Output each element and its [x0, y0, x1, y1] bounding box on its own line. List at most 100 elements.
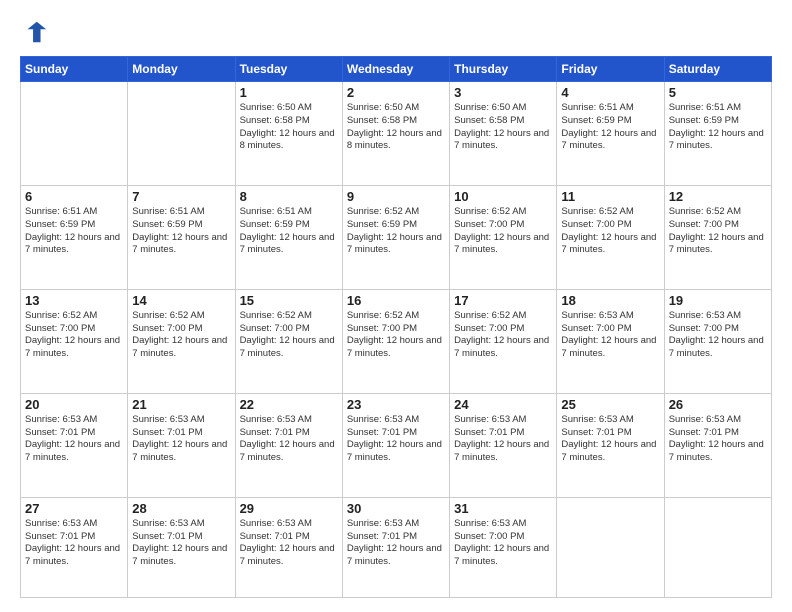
calendar-cell: 13 Sunrise: 6:52 AMSunset: 7:00 PMDayligh… [21, 289, 128, 393]
calendar-table: SundayMondayTuesdayWednesdayThursdayFrid… [20, 56, 772, 598]
calendar-cell: 6 Sunrise: 6:51 AMSunset: 6:59 PMDaylight… [21, 185, 128, 289]
day-number: 18 [561, 293, 659, 308]
calendar-cell: 31 Sunrise: 6:53 AMSunset: 7:00 PMDayligh… [450, 497, 557, 597]
calendar-cell: 3 Sunrise: 6:50 AMSunset: 6:58 PMDaylight… [450, 82, 557, 186]
day-number: 28 [132, 501, 230, 516]
calendar-cell [128, 82, 235, 186]
calendar-cell: 29 Sunrise: 6:53 AMSunset: 7:01 PMDayligh… [235, 497, 342, 597]
calendar-cell: 9 Sunrise: 6:52 AMSunset: 6:59 PMDaylight… [342, 185, 449, 289]
cell-info: Sunrise: 6:52 AMSunset: 7:00 PMDaylight:… [669, 206, 767, 257]
day-number: 6 [25, 189, 123, 204]
day-number: 23 [347, 397, 445, 412]
weekday-tuesday: Tuesday [235, 57, 342, 82]
calendar-cell: 19 Sunrise: 6:53 AMSunset: 7:00 PMDayligh… [664, 289, 771, 393]
day-number: 24 [454, 397, 552, 412]
calendar-cell: 27 Sunrise: 6:53 AMSunset: 7:01 PMDayligh… [21, 497, 128, 597]
cell-info: Sunrise: 6:53 AMSunset: 7:01 PMDaylight:… [132, 414, 230, 465]
calendar-cell [21, 82, 128, 186]
weekday-saturday: Saturday [664, 57, 771, 82]
calendar-cell: 1 Sunrise: 6:50 AMSunset: 6:58 PMDaylight… [235, 82, 342, 186]
cell-info: Sunrise: 6:53 AMSunset: 7:00 PMDaylight:… [561, 310, 659, 361]
calendar-cell: 4 Sunrise: 6:51 AMSunset: 6:59 PMDaylight… [557, 82, 664, 186]
day-number: 9 [347, 189, 445, 204]
day-number: 1 [240, 85, 338, 100]
cell-info: Sunrise: 6:50 AMSunset: 6:58 PMDaylight:… [240, 102, 338, 153]
calendar-cell: 11 Sunrise: 6:52 AMSunset: 7:00 PMDayligh… [557, 185, 664, 289]
logo-icon [20, 18, 48, 46]
day-number: 19 [669, 293, 767, 308]
day-number: 11 [561, 189, 659, 204]
cell-info: Sunrise: 6:51 AMSunset: 6:59 PMDaylight:… [240, 206, 338, 257]
cell-info: Sunrise: 6:52 AMSunset: 6:59 PMDaylight:… [347, 206, 445, 257]
day-number: 3 [454, 85, 552, 100]
calendar-cell: 10Sunrise: 6:52 AMSunset: 7:00 PMDayligh… [450, 185, 557, 289]
weekday-sunday: Sunday [21, 57, 128, 82]
calendar-cell: 18 Sunrise: 6:53 AMSunset: 7:00 PMDayligh… [557, 289, 664, 393]
cell-info: Sunrise: 6:53 AMSunset: 7:01 PMDaylight:… [25, 518, 123, 569]
cell-info: Sunrise: 6:53 AMSunset: 7:01 PMDaylight:… [240, 518, 338, 569]
cell-info: Sunrise: 6:52 AMSunset: 7:00 PMDaylight:… [347, 310, 445, 361]
cell-info: Sunrise: 6:53 AMSunset: 7:01 PMDaylight:… [454, 414, 552, 465]
week-row-1: 1 Sunrise: 6:50 AMSunset: 6:58 PMDaylight… [21, 82, 772, 186]
cell-info: Sunrise: 6:50 AMSunset: 6:58 PMDaylight:… [347, 102, 445, 153]
day-number: 27 [25, 501, 123, 516]
cell-info: Sunrise: 6:53 AMSunset: 7:00 PMDaylight:… [454, 518, 552, 569]
calendar-cell: 26 Sunrise: 6:53 AMSunset: 7:01 PMDayligh… [664, 393, 771, 497]
day-number: 25 [561, 397, 659, 412]
weekday-thursday: Thursday [450, 57, 557, 82]
calendar-body: 1 Sunrise: 6:50 AMSunset: 6:58 PMDaylight… [21, 82, 772, 598]
cell-info: Sunrise: 6:52 AMSunset: 7:00 PMDaylight:… [240, 310, 338, 361]
cell-info: Sunrise: 6:53 AMSunset: 7:00 PMDaylight:… [669, 310, 767, 361]
page: SundayMondayTuesdayWednesdayThursdayFrid… [0, 0, 792, 612]
cell-info: Sunrise: 6:53 AMSunset: 7:01 PMDaylight:… [347, 414, 445, 465]
day-number: 21 [132, 397, 230, 412]
cell-info: Sunrise: 6:51 AMSunset: 6:59 PMDaylight:… [132, 206, 230, 257]
cell-info: Sunrise: 6:53 AMSunset: 7:01 PMDaylight:… [347, 518, 445, 569]
day-number: 17 [454, 293, 552, 308]
header [20, 18, 772, 46]
day-number: 13 [25, 293, 123, 308]
cell-info: Sunrise: 6:53 AMSunset: 7:01 PMDaylight:… [25, 414, 123, 465]
cell-info: Sunrise: 6:51 AMSunset: 6:59 PMDaylight:… [669, 102, 767, 153]
week-row-2: 6 Sunrise: 6:51 AMSunset: 6:59 PMDaylight… [21, 185, 772, 289]
calendar-cell: 17 Sunrise: 6:52 AMSunset: 7:00 PMDayligh… [450, 289, 557, 393]
calendar-cell: 2Sunrise: 6:50 AMSunset: 6:58 PMDaylight… [342, 82, 449, 186]
cell-info: Sunrise: 6:52 AMSunset: 7:00 PMDaylight:… [561, 206, 659, 257]
calendar-cell [557, 497, 664, 597]
day-number: 12 [669, 189, 767, 204]
weekday-monday: Monday [128, 57, 235, 82]
day-number: 20 [25, 397, 123, 412]
calendar-cell: 22 Sunrise: 6:53 AMSunset: 7:01 PMDayligh… [235, 393, 342, 497]
cell-info: Sunrise: 6:50 AMSunset: 6:58 PMDaylight:… [454, 102, 552, 153]
calendar-cell: 21 Sunrise: 6:53 AMSunset: 7:01 PMDayligh… [128, 393, 235, 497]
cell-info: Sunrise: 6:53 AMSunset: 7:01 PMDaylight:… [132, 518, 230, 569]
cell-info: Sunrise: 6:51 AMSunset: 6:59 PMDaylight:… [561, 102, 659, 153]
day-number: 22 [240, 397, 338, 412]
weekday-header-row: SundayMondayTuesdayWednesdayThursdayFrid… [21, 57, 772, 82]
cell-info: Sunrise: 6:53 AMSunset: 7:01 PMDaylight:… [669, 414, 767, 465]
weekday-friday: Friday [557, 57, 664, 82]
week-row-3: 13 Sunrise: 6:52 AMSunset: 7:00 PMDayligh… [21, 289, 772, 393]
day-number: 7 [132, 189, 230, 204]
calendar-cell: 7 Sunrise: 6:51 AMSunset: 6:59 PMDaylight… [128, 185, 235, 289]
cell-info: Sunrise: 6:52 AMSunset: 7:00 PMDaylight:… [454, 310, 552, 361]
day-number: 30 [347, 501, 445, 516]
calendar-cell: 30 Sunrise: 6:53 AMSunset: 7:01 PMDayligh… [342, 497, 449, 597]
cell-info: Sunrise: 6:51 AMSunset: 6:59 PMDaylight:… [25, 206, 123, 257]
cell-info: Sunrise: 6:53 AMSunset: 7:01 PMDaylight:… [561, 414, 659, 465]
calendar-cell: 20 Sunrise: 6:53 AMSunset: 7:01 PMDayligh… [21, 393, 128, 497]
day-number: 29 [240, 501, 338, 516]
cell-info: Sunrise: 6:52 AMSunset: 7:00 PMDaylight:… [25, 310, 123, 361]
week-row-5: 27 Sunrise: 6:53 AMSunset: 7:01 PMDayligh… [21, 497, 772, 597]
day-number: 5 [669, 85, 767, 100]
day-number: 16 [347, 293, 445, 308]
day-number: 4 [561, 85, 659, 100]
day-number: 31 [454, 501, 552, 516]
logo [20, 18, 52, 46]
day-number: 15 [240, 293, 338, 308]
day-number: 26 [669, 397, 767, 412]
cell-info: Sunrise: 6:52 AMSunset: 7:00 PMDaylight:… [454, 206, 552, 257]
cell-info: Sunrise: 6:53 AMSunset: 7:01 PMDaylight:… [240, 414, 338, 465]
day-number: 8 [240, 189, 338, 204]
cell-info: Sunrise: 6:52 AMSunset: 7:00 PMDaylight:… [132, 310, 230, 361]
